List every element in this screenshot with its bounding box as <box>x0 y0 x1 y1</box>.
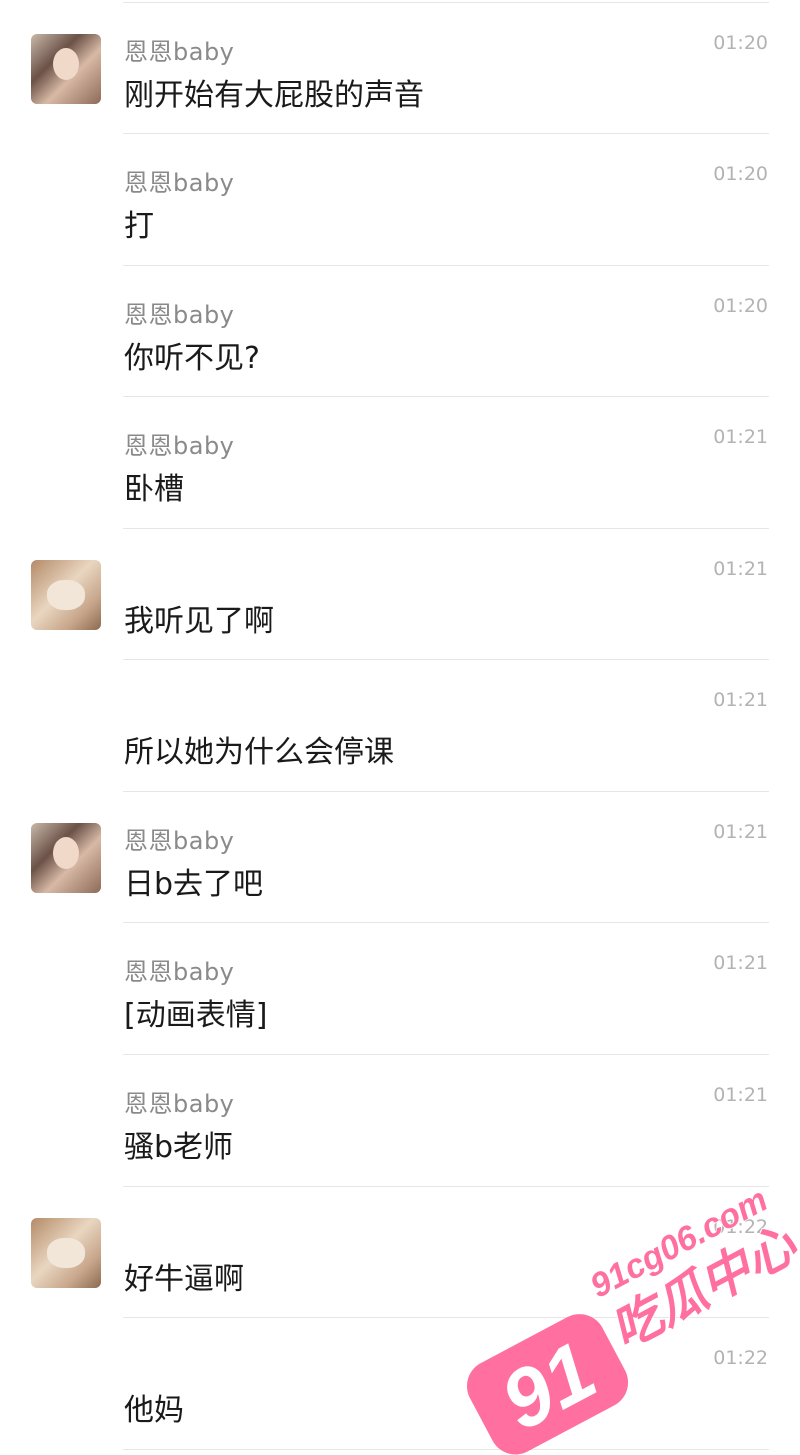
message-time: 01:20 <box>713 295 768 317</box>
message-text: 骚b老师 <box>124 1130 234 1165</box>
message-row[interactable]: 恩恩baby 01:21 卧槽 <box>0 396 800 527</box>
message-time: 01:20 <box>713 163 768 185</box>
user-avatar[interactable] <box>31 1218 101 1288</box>
message-text: 我听见了啊 <box>124 604 274 639</box>
sender-name: 恩恩baby <box>124 827 235 855</box>
message-row[interactable]: 恩恩baby 01:20 打 <box>0 133 800 264</box>
site-watermark: 91 91cg06.com 吃瓜中心 <box>466 1180 800 1455</box>
message-time: 01:21 <box>713 426 768 448</box>
user-avatar[interactable] <box>31 823 101 893</box>
message-row[interactable]: 恩恩baby 01:21 日b去了吧 <box>0 791 800 922</box>
message-time: 01:21 <box>713 821 768 843</box>
message-text: 他妈 <box>124 1393 184 1428</box>
message-time: 01:21 <box>713 1084 768 1106</box>
message-row[interactable]: 恩恩baby 01:21 骚b老师 <box>0 1054 800 1185</box>
message-row[interactable]: 01:21 所以她为什么会停课 <box>0 659 800 790</box>
user-avatar[interactable] <box>31 34 101 104</box>
message-row[interactable]: 恩恩baby 01:21 [动画表情] <box>0 922 800 1053</box>
message-text: 所以她为什么会停课 <box>124 735 394 770</box>
message-row[interactable]: 恩恩baby 01:20 你听不见? <box>0 265 800 396</box>
message-text: 好牛逼啊 <box>124 1262 244 1297</box>
message-time: 01:21 <box>713 952 768 974</box>
message-time: 01:21 <box>713 689 768 711</box>
message-text: 刚开始有大屁股的声音 <box>124 78 424 113</box>
sender-name: 恩恩baby <box>124 169 235 197</box>
message-text: 你听不见? <box>124 341 260 376</box>
sender-name: 恩恩baby <box>124 958 235 986</box>
message-text: 打 <box>124 209 154 244</box>
message-time: 01:21 <box>713 558 768 580</box>
sender-name: 恩恩baby <box>124 38 235 66</box>
message-text: [动画表情] <box>124 998 268 1033</box>
sender-name: 恩恩baby <box>124 1090 235 1118</box>
user-avatar[interactable] <box>31 560 101 630</box>
sender-name: 恩恩baby <box>124 432 235 460</box>
message-text: 卧槽 <box>124 472 184 507</box>
sender-name: 恩恩baby <box>124 301 235 329</box>
message-time: 01:20 <box>713 32 768 54</box>
message-row[interactable]: 01:21 我听见了啊 <box>0 528 800 659</box>
message-text: 日b去了吧 <box>124 867 264 902</box>
message-row[interactable]: 恩恩baby 01:20 刚开始有大屁股的声音 <box>0 2 800 133</box>
